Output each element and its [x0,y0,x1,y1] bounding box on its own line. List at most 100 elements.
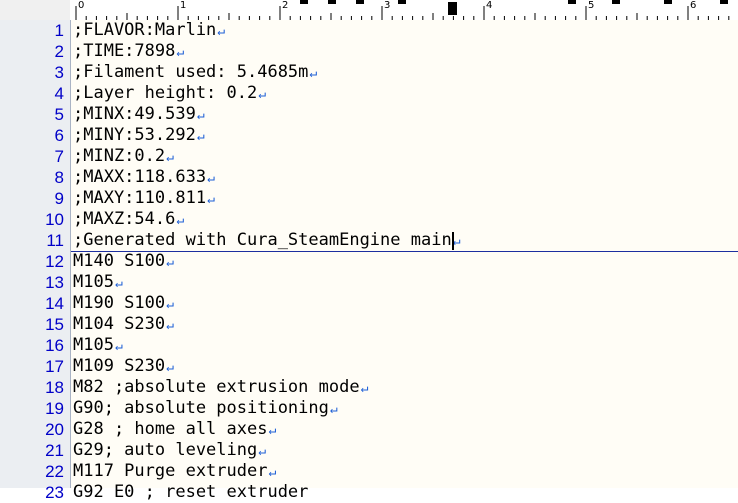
code-line-text: G28 ; home all axes↵ [73,419,276,441]
ruler-label: 0 [78,0,85,11]
code-line-text: ;MAXX:118.633↵ [73,167,215,189]
line-break-icon: ↵ [166,360,174,375]
line-break-icon: ↵ [309,66,318,81]
code-line[interactable]: M105↵ [71,335,738,356]
code-line[interactable]: ;Layer height: 0.2↵ [71,83,738,104]
line-number: 1 [54,21,64,40]
code-line-text: ;Layer height: 0.2↵ [73,83,266,105]
line-break-icon: ↵ [268,423,277,438]
line-number: 15 [45,315,64,334]
code-line-text: M190 S100↵ [73,293,174,315]
line-break-icon: ↵ [176,213,185,228]
code-line-content: M117 Purge extruder [73,461,268,481]
line-break-icon: ↵ [268,465,277,480]
code-line-content: ;MAXY:110.811 [73,188,207,208]
code-line[interactable]: M105↵ [71,272,738,293]
code-line-text: M117 Purge extruder↵ [73,461,276,483]
line-break-icon: ↵ [207,171,215,186]
code-line-text: ;FLAVOR:Marlin↵ [73,20,225,42]
code-line[interactable]: ;Filament used: 5.4685m↵ [71,62,738,83]
line-number: 11 [46,231,64,250]
code-line[interactable]: ;MAXX:118.633↵ [71,167,738,188]
line-number: 19 [45,399,64,418]
code-line-text: M140 S100↵ [73,251,174,273]
code-line[interactable]: ;Generated with Cura_SteamEngine main↵ [71,230,738,251]
ruler-label: 2 [282,0,289,11]
code-line[interactable]: ;FLAVOR:Marlin↵ [71,20,738,41]
code-line-text: ;MAXZ:54.6↵ [73,209,184,231]
code-line-content: ;Filament used: 5.4685m [73,62,309,82]
current-line-underline [71,251,738,252]
line-break-icon: ↵ [258,87,267,102]
text-caret [452,232,454,250]
line-number: 2 [54,42,64,61]
line-number: 13 [45,273,64,292]
code-line-text: ;MINZ:0.2↵ [73,146,174,168]
code-line[interactable]: M82 ;absolute extrusion mode↵ [71,377,738,398]
code-line-content: ;MINY:53.292 [73,125,196,145]
line-break-icon: ↵ [166,150,174,165]
line-number: 23 [45,483,64,502]
code-line-content: M82 ;absolute extrusion mode [73,377,360,397]
code-line[interactable]: ;MINZ:0.2↵ [71,146,738,167]
code-line-content: M104 S230 [73,314,166,334]
line-break-icon: ↵ [196,129,205,144]
code-line[interactable]: ;MAXZ:54.6↵ [71,209,738,230]
code-line[interactable]: G90; absolute positioning↵ [71,398,738,419]
line-number: 12 [45,252,64,271]
code-line-text: G90; absolute positioning↵ [73,398,338,420]
line-number: 18 [45,378,64,397]
code-line-content: M105 [73,335,114,355]
line-break-icon: ↵ [360,381,369,396]
ruler-label: 3 [384,0,391,11]
code-line-text: M104 S230↵ [73,314,174,336]
ruler-ticks [75,6,730,20]
code-line[interactable]: M104 S230↵ [71,314,738,335]
code-line[interactable]: M117 Purge extruder↵ [71,461,738,482]
code-line[interactable]: ;MINY:53.292↵ [71,125,738,146]
code-line[interactable]: G92 E0 ; reset extruder [71,482,738,503]
line-number: 16 [45,336,64,355]
code-line-text: ;Generated with Cura_SteamEngine main↵ [73,230,461,252]
line-number: 3 [54,63,64,82]
line-break-icon: ↵ [329,402,338,417]
code-line-content: ;Layer height: 0.2 [73,83,258,103]
code-line-text: G92 E0 ; reset extruder [73,482,308,503]
ruler-label: 6 [690,0,697,11]
line-number: 22 [45,462,64,481]
code-line-content: M109 S230 [73,356,166,376]
line-break-icon: ↵ [258,444,267,459]
ruler-label: 5 [588,0,595,11]
code-line-text: ;TIME:7898↵ [73,41,184,63]
column-ruler[interactable]: 0 1 2 3 4 5 6 [70,0,738,21]
code-line-text: ;MAXY:110.811↵ [73,188,215,210]
line-break-icon: ↵ [217,24,226,39]
code-line[interactable]: ;MINX:49.539↵ [71,104,738,125]
line-break-icon: ↵ [196,108,205,123]
code-line-text: M82 ;absolute extrusion mode↵ [73,377,368,399]
code-line-content: ;TIME:7898 [73,41,176,61]
line-break-icon: ↵ [114,276,123,291]
line-number: 5 [54,105,64,124]
code-line[interactable]: G28 ; home all axes↵ [71,419,738,440]
code-line-content: ;MINZ:0.2 [73,146,166,166]
code-line-content: G29; auto leveling [73,440,258,460]
line-number: 8 [54,168,64,187]
code-line[interactable]: G29; auto leveling↵ [71,440,738,461]
line-number: 10 [45,210,64,229]
code-line[interactable]: ;TIME:7898↵ [71,41,738,62]
code-line-text: M105↵ [73,272,123,294]
line-number: 7 [54,147,64,166]
code-line[interactable]: M140 S100↵ [71,251,738,272]
line-break-icon: ↵ [166,297,174,312]
code-line[interactable]: M190 S100↵ [71,293,738,314]
ruler-label: 4 [486,0,493,11]
code-line[interactable]: M109 S230↵ [71,356,738,377]
code-line[interactable]: ;MAXY:110.811↵ [71,188,738,209]
code-line-content: G90; absolute positioning [73,398,329,418]
line-break-icon: ↵ [166,255,174,270]
ruler-label: 1 [180,0,187,11]
code-line-text: ;MINY:53.292↵ [73,125,205,147]
code-line-content: ;MAXX:118.633 [73,167,207,187]
line-break-icon: ↵ [207,192,215,207]
